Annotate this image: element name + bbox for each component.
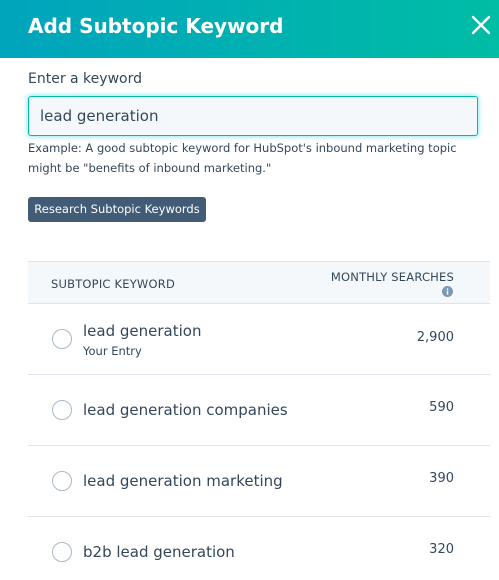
column-header-keyword: SUBTOPIC KEYWORD [51, 277, 175, 291]
close-icon [471, 15, 491, 35]
monthly-searches-value: 2,900 [416, 330, 454, 345]
keyword-field-label: Enter a keyword [28, 71, 142, 87]
table-row[interactable]: lead generation marketing 390 [28, 446, 490, 517]
close-button[interactable] [469, 10, 493, 40]
table-row[interactable]: b2b lead generation 320 [28, 517, 490, 580]
column-header-monthly-searches[interactable]: MONTHLY SEARCHES [331, 270, 454, 284]
keyword-text: b2b lead generation [83, 543, 235, 561]
keyword-text: lead generation companies [83, 401, 288, 419]
keyword-radio[interactable] [52, 471, 72, 491]
research-subtopic-keywords-button[interactable]: Research Subtopic Keywords [28, 197, 206, 222]
info-icon[interactable] [442, 286, 453, 297]
help-text: Example: A good subtopic keyword for Hub… [28, 141, 457, 175]
keyword-text: lead generation marketing [83, 472, 283, 490]
monthly-searches-value: 590 [429, 400, 454, 415]
keyword-radio[interactable] [52, 542, 72, 562]
keyword-radio[interactable] [52, 329, 72, 349]
table-row[interactable]: lead generation Your Entry 2,900 [28, 304, 490, 375]
monthly-searches-value: 320 [429, 542, 454, 557]
keyword-radio[interactable] [52, 400, 72, 420]
keyword-text: lead generation [83, 322, 202, 340]
table-row[interactable]: lead generation companies 590 [28, 375, 490, 446]
dialog-header: Add Subtopic Keyword [0, 0, 499, 58]
keyword-input[interactable] [28, 96, 478, 136]
dialog-title: Add Subtopic Keyword [28, 14, 284, 38]
monthly-searches-value: 390 [429, 471, 454, 486]
table-header: SUBTOPIC KEYWORD MONTHLY SEARCHES [28, 261, 490, 304]
your-entry-label: Your Entry [83, 344, 142, 358]
